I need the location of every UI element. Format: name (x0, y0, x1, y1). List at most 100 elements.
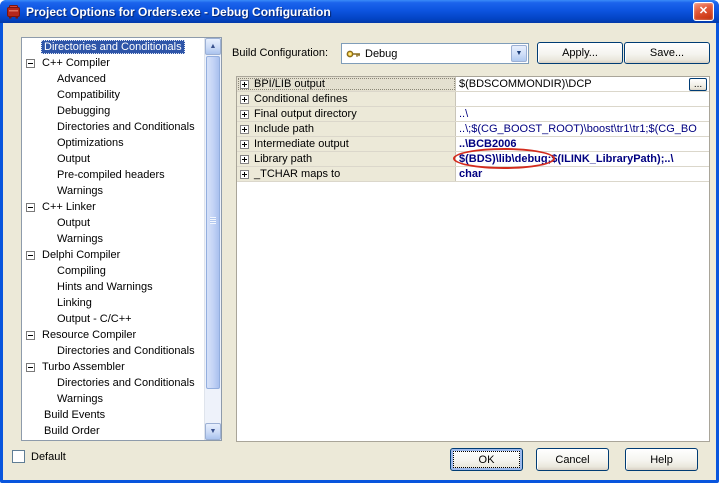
tree-item-label: Build Order (41, 424, 103, 438)
expand-icon[interactable] (240, 125, 249, 134)
property-row[interactable]: Library path$(BDS)\lib\debug;$(ILINK_Lib… (237, 152, 709, 167)
tree-item-label: Hints and Warnings (54, 280, 156, 294)
property-name: Conditional defines (254, 93, 348, 105)
property-name: Final output directory (254, 108, 357, 120)
expand-icon[interactable] (240, 155, 249, 164)
tree-item[interactable]: Build Order (22, 423, 204, 439)
property-value-cell[interactable]: ..\;$(CG_BOOST_ROOT)\boost\tr1\tr1;$(CG_… (456, 122, 709, 136)
tree-item[interactable]: Directories and Conditionals (22, 375, 204, 391)
tree-item[interactable]: Resource Compiler (22, 327, 204, 343)
tree-item[interactable]: Warnings (22, 231, 204, 247)
tree-item[interactable]: Directories and Conditionals (22, 343, 204, 359)
collapse-icon[interactable] (26, 251, 35, 260)
property-name-cell[interactable]: BPI/LIB output (237, 77, 456, 91)
tree-item[interactable]: Directories and Conditionals (22, 39, 204, 55)
expand-icon[interactable] (240, 170, 249, 179)
tree-item[interactable]: Compiling (22, 263, 204, 279)
expand-icon[interactable] (240, 140, 249, 149)
tree-item[interactable]: Directories and Conditionals (22, 119, 204, 135)
property-name: Intermediate output (254, 138, 349, 150)
apply-button[interactable]: Apply... (537, 42, 623, 64)
titlebar[interactable]: Project Options for Orders.exe - Debug C… (0, 0, 719, 23)
tree-item[interactable]: Pre-compiled headers (22, 167, 204, 183)
property-name-cell[interactable]: Conditional defines (237, 92, 456, 106)
tree-item[interactable]: Linking (22, 295, 204, 311)
property-value-cell[interactable]: $(BDSCOMMONDIR)\DCP... (456, 77, 709, 91)
tree-item[interactable]: Build Events (22, 407, 204, 423)
help-button[interactable]: Help (625, 448, 698, 471)
property-row[interactable]: Final output directory ..\ (237, 107, 709, 122)
chevron-down-icon: ▼ (516, 50, 523, 57)
tree-item[interactable]: Hints and Warnings (22, 279, 204, 295)
tree-item-label: Delphi Compiler (39, 248, 123, 262)
tree-item[interactable]: Advanced (22, 71, 204, 87)
collapse-icon[interactable] (26, 331, 35, 340)
property-name-cell[interactable]: Library path (237, 152, 456, 166)
scroll-up-button[interactable]: ▲ (205, 38, 221, 55)
scrollbar-track[interactable] (205, 55, 221, 423)
property-name-cell[interactable]: _TCHAR maps to (237, 167, 456, 181)
tree-item[interactable]: Optimizations (22, 135, 204, 151)
options-tree[interactable]: Directories and Conditionals C++ Compiler… (21, 37, 222, 441)
tree-item-label: Warnings (54, 232, 106, 246)
tree-item[interactable]: Warnings (22, 183, 204, 199)
property-row[interactable]: BPI/LIB output $(BDSCOMMONDIR)\DCP... (237, 77, 709, 92)
tree-items: Directories and Conditionals C++ Compiler… (22, 39, 204, 440)
property-name-cell[interactable]: Include path (237, 122, 456, 136)
collapse-icon[interactable] (26, 203, 35, 212)
tree-item-label: Linking (54, 296, 95, 310)
expand-icon[interactable] (240, 80, 249, 89)
tree-item-label: Advanced (54, 72, 109, 86)
scroll-up-icon: ▲ (210, 43, 217, 50)
collapse-icon[interactable] (26, 59, 35, 68)
tree-item-label: Output - C/C++ (54, 312, 135, 326)
tree-item[interactable]: C++ Compiler (22, 55, 204, 71)
tree-item[interactable]: Warnings (22, 391, 204, 407)
tree-item[interactable]: Output (22, 151, 204, 167)
tree-item-label: C++ Compiler (39, 56, 113, 70)
property-row[interactable]: Include path..\;$(CG_BOOST_ROOT)\boost\t… (237, 122, 709, 137)
property-name-cell[interactable]: Final output directory (237, 107, 456, 121)
tree-item-label: Compiling (54, 264, 109, 278)
combo-dropdown-button[interactable]: ▼ (511, 45, 527, 62)
property-grid[interactable]: BPI/LIB output $(BDSCOMMONDIR)\DCP... Cond… (236, 76, 710, 442)
tree-item[interactable]: Delphi Compiler (22, 247, 204, 263)
property-row[interactable]: Conditional defines (237, 92, 709, 107)
tree-item-label: Warnings (54, 392, 106, 406)
collapse-icon[interactable] (26, 363, 35, 372)
property-value-cell[interactable]: char (456, 167, 709, 181)
property-value: char (459, 168, 482, 180)
property-value-cell[interactable]: $(BDS)\lib\debug;$(ILINK_LibraryPath);..… (456, 152, 709, 166)
save-button[interactable]: Save... (624, 42, 710, 64)
property-value-cell[interactable] (456, 92, 709, 106)
property-name: BPI/LIB output (254, 78, 325, 90)
cancel-button[interactable]: Cancel (536, 448, 609, 471)
property-grid-rows: BPI/LIB output $(BDSCOMMONDIR)\DCP... Cond… (237, 77, 709, 182)
tree-item[interactable]: Turbo Assembler (22, 359, 204, 375)
property-value-cell[interactable]: ..\ (456, 107, 709, 121)
browse-button[interactable]: ... (689, 78, 707, 91)
tree-scrollbar[interactable]: ▲ ▼ (204, 38, 221, 440)
property-name-cell[interactable]: Intermediate output (237, 137, 456, 151)
property-row[interactable]: _TCHAR maps tochar (237, 167, 709, 182)
tree-item[interactable]: Compatibility (22, 87, 204, 103)
build-configuration-select[interactable]: Debug ▼ (341, 43, 529, 64)
ok-button[interactable]: OK (450, 448, 523, 471)
scroll-down-button[interactable]: ▼ (205, 423, 221, 440)
scroll-down-icon: ▼ (210, 428, 217, 435)
property-value-cell[interactable]: ..\BCB2006 (456, 137, 709, 151)
tree-item[interactable]: Output - C/C++ (22, 311, 204, 327)
property-row[interactable]: Intermediate output ..\BCB2006 (237, 137, 709, 152)
tree-item-label: Directories and Conditionals (54, 344, 198, 358)
default-option: Default (12, 450, 66, 463)
close-button[interactable]: ✕ (693, 2, 714, 21)
expand-icon[interactable] (240, 95, 249, 104)
property-value: $(ILINK_LibraryPath);..\ (551, 153, 673, 165)
default-checkbox[interactable] (12, 450, 25, 463)
expand-icon[interactable] (240, 110, 249, 119)
tree-item[interactable]: Debugging (22, 103, 204, 119)
tree-item[interactable]: C++ Linker (22, 199, 204, 215)
tree-item-label: Directories and Conditionals (41, 40, 185, 54)
tree-item[interactable]: Output (22, 215, 204, 231)
scrollbar-thumb[interactable] (206, 56, 220, 389)
